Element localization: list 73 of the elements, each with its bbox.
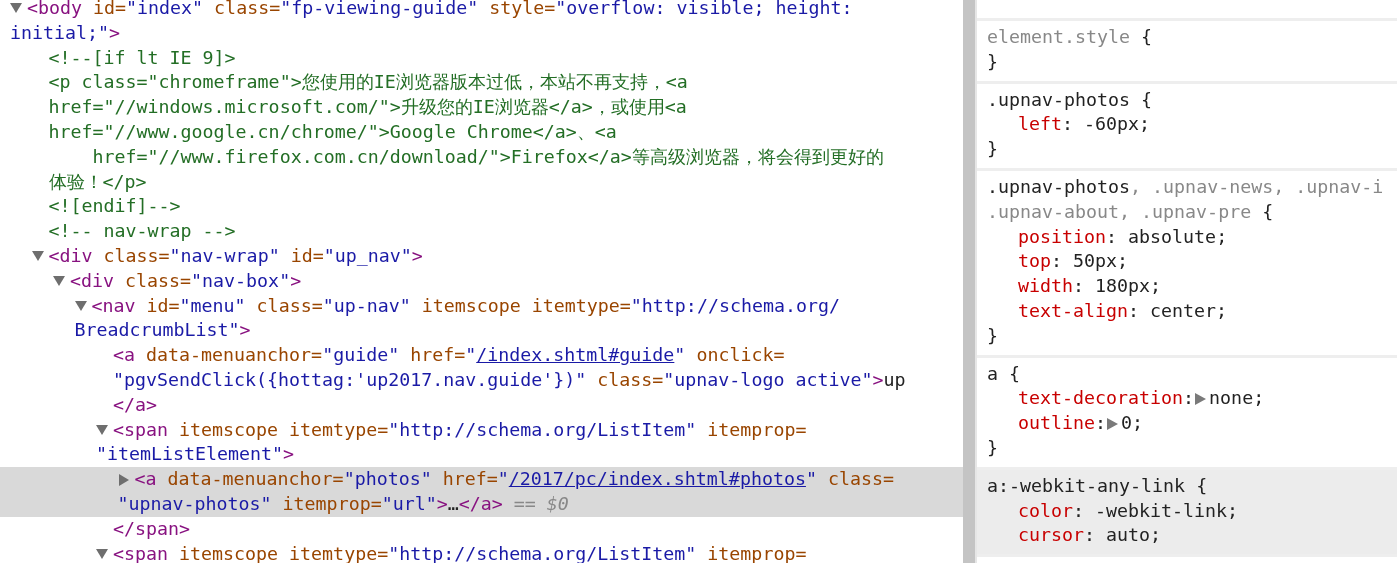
css-property-value[interactable]: -60px;	[1084, 112, 1151, 138]
code-line: </span>	[113, 516, 191, 541]
css-property-name[interactable]: cursor	[1018, 523, 1085, 549]
link[interactable]: /2017/pc/index.shtml#photos	[508, 468, 806, 490]
code-line: <div class="nav-box">	[70, 268, 302, 293]
code-line: <![endif]-->	[47, 194, 181, 219]
closing-brace: }	[987, 49, 998, 74]
colon: :	[1183, 386, 1195, 411]
css-selector: a:-webkit-any-link {	[987, 473, 1208, 498]
colon: :	[1084, 523, 1096, 548]
code-line: <span itemscope itemtype="http://schema.org/ListItem" itemprop=	[113, 541, 807, 563]
code-line: href="//www.google.cn/chrome/">Google Chrome</a>、<a	[47, 120, 617, 144]
code-line: <nav id="menu" class="up-nav" itemscope itemtype="http://schema.org/	[91, 293, 840, 318]
code-line: <span itemscope itemtype="http://schema.org/ListItem" itemprop=	[113, 417, 807, 442]
code-line: <p class="chromeframe">您使用的IE浏览器版本过低，本站不再支持，<a	[47, 70, 688, 95]
code-line: "pgvSendClick({hottag:'up2017.nav.guide'})" class="upnav-logo active">up	[112, 367, 906, 392]
code-line: "itemListElement">	[96, 442, 295, 467]
code-line: initial;">	[10, 20, 121, 45]
colon: :	[1095, 411, 1107, 436]
code-line: <a data-menuanchor="guide" href="/index.shtml#guide" onclick=	[113, 343, 785, 368]
code-line: <!-- nav-wrap -->	[48, 219, 236, 244]
css-property-value[interactable]: absolute;	[1128, 224, 1228, 250]
colon: :	[1106, 224, 1118, 249]
triangle-down-icon[interactable]	[96, 547, 108, 560]
css-property-value[interactable]: center;	[1150, 298, 1228, 324]
code-line: <!--[if lt IE 9]>	[48, 45, 236, 70]
triangle-down-icon[interactable]	[53, 275, 65, 288]
code-line: <body id="index" class="fp-viewing-guide" style="overflow: visible; height:	[27, 0, 853, 20]
triangle-down-icon[interactable]	[31, 250, 44, 263]
selected-node-highlight[interactable]: <a data-menuanchor="photos" href="/2017/pc/index.shtml#photos" class= "upnav-photos" itemprop="url">…</a> == $0	[0, 467, 963, 517]
triangle-down-icon[interactable]	[10, 2, 22, 15]
triangle-right-icon[interactable]	[117, 473, 130, 486]
code-line: <a data-menuanchor="photos" href="/2017/pc/index.shtml#photos" class=	[134, 467, 894, 492]
closing-brace: }	[987, 323, 998, 348]
css-property-value[interactable]: 0;	[1121, 411, 1144, 436]
colon: :	[1073, 274, 1085, 299]
css-property-value[interactable]: none;	[1209, 386, 1265, 412]
css-property-name[interactable]: width	[1018, 274, 1074, 299]
colon: :	[1062, 112, 1074, 137]
code-line: 体验！</p>	[47, 169, 147, 194]
css-property-name[interactable]: text-align	[1018, 298, 1129, 324]
css-property-value[interactable]: 180px;	[1095, 274, 1162, 299]
code-line: BreadcrumbList">	[74, 318, 251, 343]
css-property-name[interactable]: outline	[1018, 411, 1096, 436]
colon: :	[1051, 249, 1063, 274]
code-line: <div class="nav-wrap" id="up_nav">	[48, 243, 423, 268]
css-selector: element.style {	[987, 25, 1153, 49]
code-line: "upnav-photos" itemprop="url">…</a> == $0	[117, 491, 569, 516]
css-selector: a {	[987, 361, 1021, 386]
closing-brace: }	[987, 137, 998, 162]
code-line: href="//windows.microsoft.com/">升级您的IE浏览器</a>，或使用<a	[47, 95, 687, 120]
css-selector: .upnav-photos, .upnav-news, .upnav-i	[987, 175, 1384, 199]
css-property-name[interactable]: left	[1018, 112, 1063, 138]
scrollbar[interactable]	[963, 0, 975, 563]
css-property-name[interactable]: position	[1018, 224, 1107, 250]
css-property-name[interactable]: top	[1018, 249, 1052, 275]
triangle-right-icon[interactable]	[1107, 417, 1119, 430]
triangle-right-icon[interactable]	[1195, 392, 1207, 405]
css-property-name[interactable]: text-decoration	[1018, 386, 1184, 412]
triangle-down-icon[interactable]	[74, 299, 87, 312]
code-line: </a>	[112, 392, 158, 417]
css-property-value[interactable]: -webkit-link;	[1095, 498, 1239, 524]
css-property-value[interactable]: 50px;	[1073, 249, 1129, 275]
colon: :	[1073, 498, 1085, 523]
css-property-name[interactable]: color	[1018, 498, 1074, 524]
css-selector: .upnav-about, .upnav-pre {	[987, 199, 1274, 224]
css-selector: .upnav-photos {	[987, 87, 1153, 112]
link[interactable]: /index.shtml#guide	[476, 344, 675, 366]
code-line: href="//www.firefox.com.cn/download/">Firefox</a>等高级浏览器，将会得到更好的	[91, 144, 884, 169]
colon: :	[1128, 298, 1140, 323]
triangle-down-icon[interactable]	[96, 423, 108, 436]
closing-brace: }	[987, 435, 998, 460]
css-property-value[interactable]: auto;	[1106, 523, 1162, 549]
